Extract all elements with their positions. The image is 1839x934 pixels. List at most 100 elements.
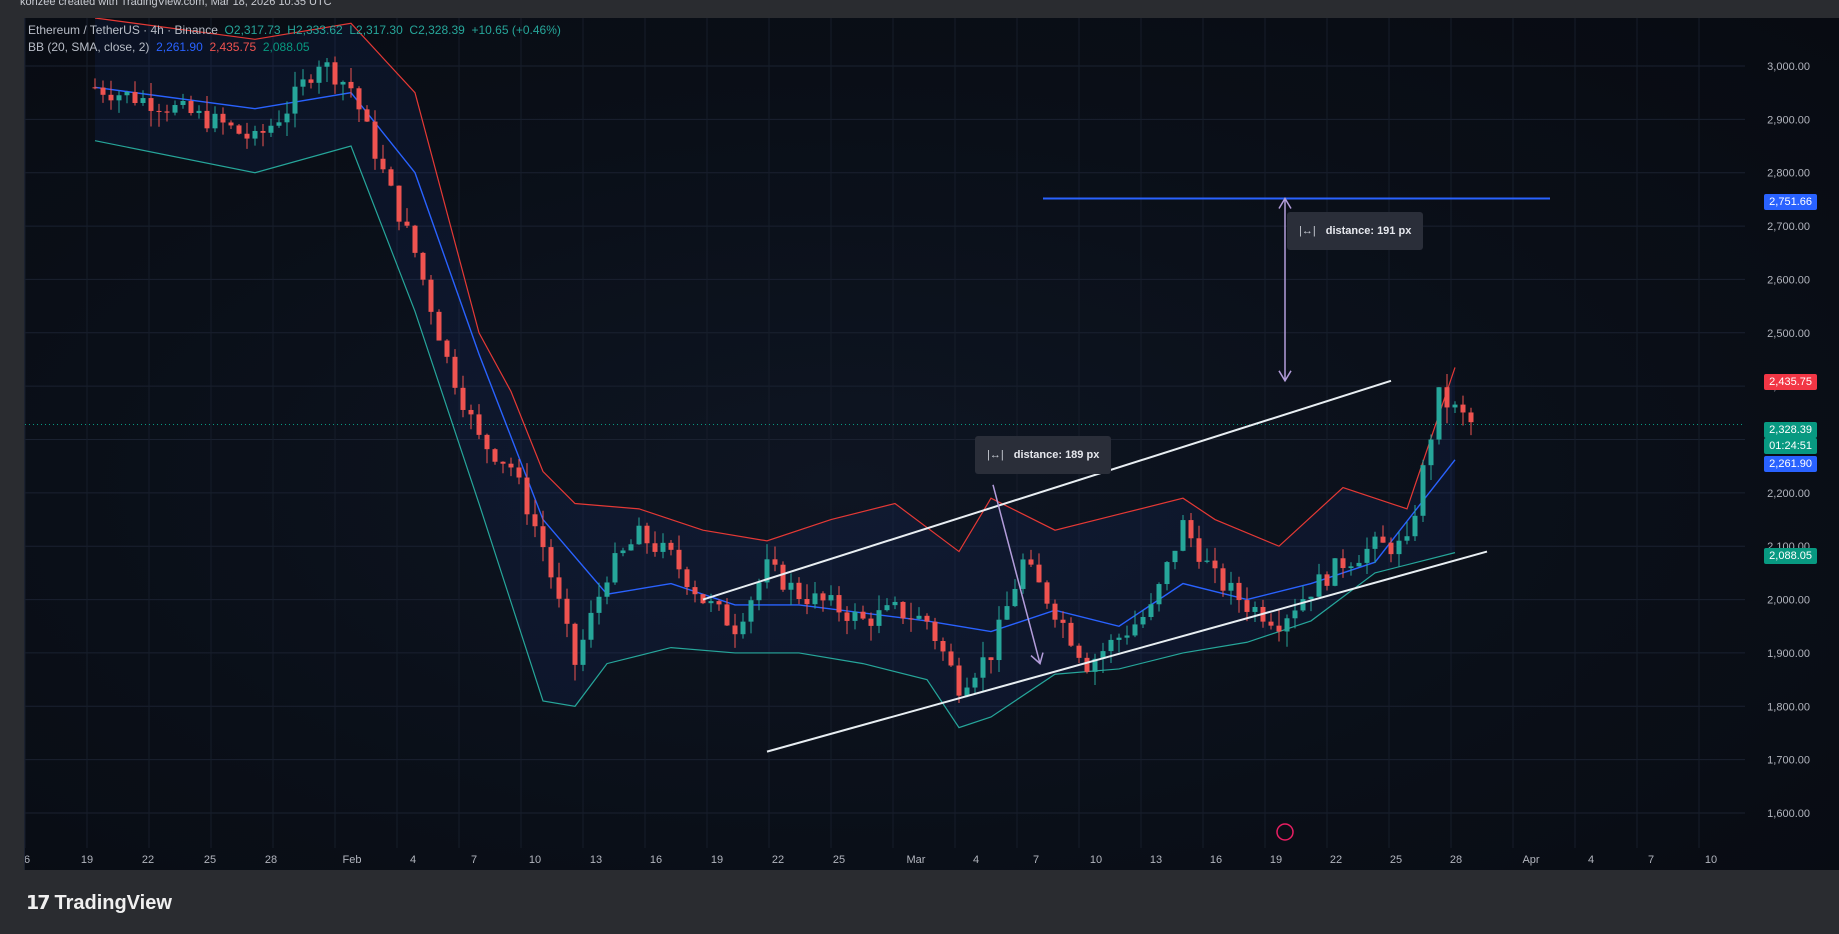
candle-body	[828, 595, 834, 601]
candle-body	[980, 657, 986, 678]
candle-body	[836, 595, 842, 613]
x-tick-label: 4	[973, 854, 979, 866]
candle-body	[564, 598, 570, 624]
candle-body	[844, 612, 850, 621]
ruler-icon: |↔|	[1299, 225, 1316, 237]
candle-body	[964, 687, 970, 696]
candle-body	[988, 657, 994, 661]
candle-body	[388, 169, 394, 186]
candle-body	[1012, 588, 1018, 607]
y-tick-label: 2,600.00	[1767, 274, 1810, 286]
candle-body	[500, 461, 506, 464]
candle-body	[1172, 550, 1178, 563]
x-tick-label: Apr	[1522, 854, 1539, 866]
candle-body	[1108, 639, 1114, 652]
candle-body	[1380, 536, 1386, 543]
legend-symbol: Ethereum / TetherUS · 4h · Binance	[28, 23, 218, 37]
legend-close: 2,328.39	[418, 23, 465, 37]
candle-body	[1148, 604, 1154, 617]
candle-body	[1332, 558, 1338, 586]
candle-body	[1436, 387, 1442, 440]
legend-high: 2,333.62	[295, 23, 343, 37]
candle-body	[1444, 387, 1450, 408]
candle-body	[116, 95, 122, 101]
candle-body	[1116, 637, 1122, 640]
x-tick-label: 28	[1450, 854, 1462, 866]
candle-body	[724, 604, 730, 626]
candle-body	[1068, 622, 1074, 646]
price-chart[interactable]: 3,000.00 2,900.00 2,800.00 2,700.00 2,600.00…	[25, 18, 1839, 870]
x-tick-label: 25	[833, 854, 845, 866]
candle-body	[420, 252, 426, 280]
candle-body	[1308, 596, 1314, 600]
x-tick-label: 25	[204, 854, 216, 866]
x-tick-label: 22	[772, 854, 784, 866]
candle-body	[1348, 566, 1354, 569]
candle-body	[852, 611, 858, 621]
legend-open-label: O	[224, 23, 234, 37]
x-tick-label: 7	[1033, 854, 1039, 866]
candle-body	[532, 514, 538, 527]
candle-body	[692, 587, 698, 595]
y-tick-label: 2,800.00	[1767, 168, 1810, 180]
candle-body	[948, 651, 954, 666]
price-tag-countdown: 01:24:51	[1764, 438, 1817, 454]
candle-body	[620, 550, 626, 554]
y-tick-label: 1,900.00	[1767, 648, 1810, 660]
candle-body	[1020, 559, 1026, 589]
candle-body	[1156, 584, 1162, 605]
legend-close-label: C	[409, 23, 419, 37]
candle-body	[196, 110, 202, 114]
price-tag-last: 2,328.39	[1764, 422, 1817, 438]
candle-body	[556, 577, 562, 599]
candle-body	[260, 130, 266, 133]
candle-body	[1428, 439, 1434, 466]
candle-body	[1364, 548, 1370, 563]
candle-body	[444, 340, 450, 357]
legend-bb-upper: 2,435.75	[209, 40, 257, 54]
x-tick-label: 6	[25, 854, 30, 866]
x-tick-label: 10	[1705, 854, 1717, 866]
candle-body	[1388, 542, 1394, 555]
distance-tooltip-upper[interactable]: |↔| distance: 191 px	[1287, 212, 1424, 250]
y-tick-label: 2,900.00	[1767, 114, 1810, 126]
candle-body	[468, 409, 474, 415]
candle-body	[316, 66, 322, 83]
candle-body	[1036, 564, 1042, 583]
chart-legend: Ethereum / TetherUS · 4h · Binance O2,31…	[28, 22, 561, 56]
price-tag-bb-upper: 2,435.75	[1764, 374, 1817, 390]
candle-body	[1132, 624, 1138, 636]
candle-body	[1292, 610, 1298, 619]
candle-body	[340, 81, 346, 85]
candle-body	[452, 356, 458, 388]
tradingview-mark-icon: 𝟭𝟳	[26, 893, 50, 914]
candle-body	[548, 547, 554, 578]
candle-body	[604, 582, 610, 597]
chart-frame: 3,000.00 2,900.00 2,800.00 2,700.00 2,600.00…	[24, 18, 1839, 870]
candle-body	[580, 639, 586, 665]
x-tick-label: 13	[590, 854, 602, 866]
legend-open: 2,317.73	[233, 23, 281, 37]
candle-body	[1228, 582, 1234, 591]
candle-body	[276, 122, 282, 126]
candle-body	[404, 221, 410, 226]
candle-body	[1212, 560, 1218, 569]
candle-body	[476, 414, 482, 435]
tradingview-logo[interactable]: 𝟭𝟳 TradingView	[26, 892, 172, 915]
candle-body	[252, 130, 258, 139]
candle-body	[644, 525, 650, 544]
candle-body	[772, 559, 778, 565]
x-tick-label: Feb	[343, 854, 362, 866]
distance-tooltip-lower[interactable]: |↔| distance: 189 px	[975, 436, 1112, 474]
candle-body	[972, 677, 978, 688]
candle-body	[956, 665, 962, 696]
candle-body	[484, 434, 490, 450]
chart-caption: kohzee created with TradingView.com, Mar…	[20, 0, 332, 8]
legend-bb-basis: 2,261.90	[156, 40, 203, 54]
candle-body	[740, 621, 746, 635]
candle-body	[748, 600, 754, 622]
ruler-icon: |↔|	[987, 449, 1004, 461]
candle-body	[92, 87, 98, 89]
candle-body	[1084, 657, 1090, 672]
candle-body	[716, 601, 722, 605]
